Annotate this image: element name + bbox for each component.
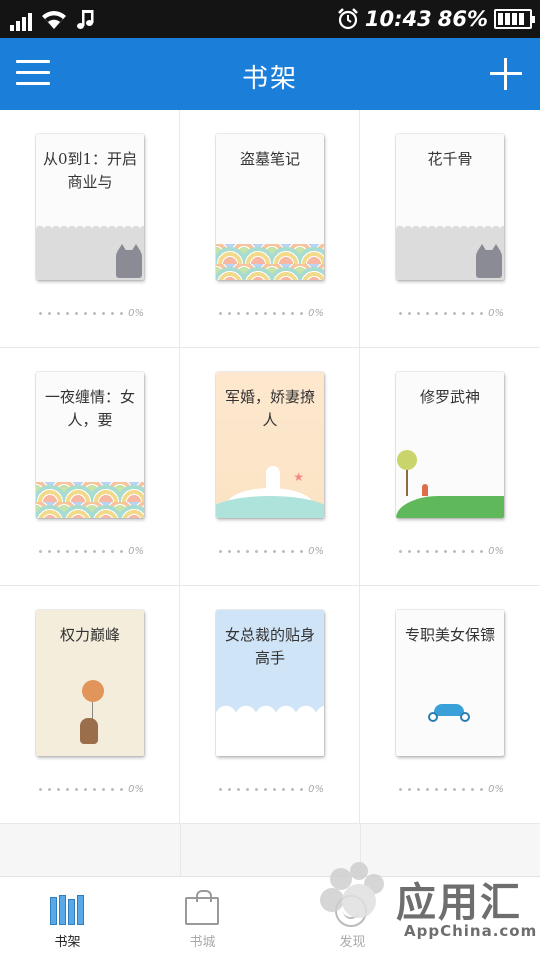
progress-percent: 0%: [488, 783, 504, 795]
reading-progress: 0%: [216, 544, 324, 558]
book-cover[interactable]: 女总裁的贴身高手: [216, 610, 324, 756]
cover-art: [216, 244, 324, 280]
progress-percent: 0%: [128, 783, 144, 795]
girl-icon: [422, 484, 428, 496]
nav-label: 书架: [54, 935, 81, 950]
bookshelf-grid: 从0到1：开启商业与 0% 盗墓笔记 0% 花千骨 0% 一夜缠情：女人，要 0…: [0, 110, 540, 876]
cover-art: [36, 482, 144, 518]
book-title: 军婚，娇妻撩人: [224, 388, 315, 429]
progress-percent: 0%: [128, 545, 144, 557]
book-item[interactable]: 盗墓笔记 0%: [180, 110, 360, 348]
progress-percent: 0%: [308, 783, 324, 795]
reading-progress: 0%: [396, 782, 504, 796]
book-cover[interactable]: 专职美女保镖: [396, 610, 504, 756]
book-title: 一夜缠情：女人，要: [44, 388, 135, 429]
alarm-clock-icon: [337, 8, 358, 30]
scooter-icon: [426, 698, 472, 722]
nav-bookshelf[interactable]: 书架: [0, 877, 135, 960]
book-item[interactable]: 从0到1：开启商业与 0%: [0, 110, 180, 348]
cover-art: [396, 224, 504, 280]
page-title: 书架: [241, 64, 298, 94]
nav-label: 书城: [189, 935, 216, 950]
goose-icon: [266, 466, 280, 496]
bear-icon: [80, 718, 98, 744]
book-cover[interactable]: 权力巅峰: [36, 610, 144, 756]
signal-icon: [10, 11, 32, 31]
reading-progress: 0%: [36, 782, 144, 796]
reading-progress: 0%: [216, 782, 324, 796]
book-item[interactable]: 花千骨 0%: [360, 110, 540, 348]
reading-progress: 0%: [396, 306, 504, 320]
book-item[interactable]: ★ 军婚，娇妻撩人 0%: [180, 348, 360, 586]
book-title: 从0到1：开启商业与: [42, 150, 138, 191]
tree-icon: [397, 450, 417, 496]
book-title: 花千骨: [427, 150, 473, 168]
star-icon: ★: [293, 470, 304, 484]
cat-icon: [116, 244, 142, 278]
book-cover[interactable]: ★ 军婚，娇妻撩人: [216, 372, 324, 518]
battery-icon: [494, 9, 535, 29]
book-item[interactable]: 修罗武神 0%: [360, 348, 540, 586]
nav-label: 发现: [339, 935, 366, 950]
progress-percent: 0%: [488, 307, 504, 319]
progress-percent: 0%: [128, 307, 144, 319]
book-cover[interactable]: 一夜缠情：女人，要: [36, 372, 144, 518]
nav-bookstore[interactable]: 书城: [135, 877, 270, 960]
book-item[interactable]: 女总裁的贴身高手 0%: [180, 586, 360, 824]
cloud-icon: [216, 702, 324, 756]
book-item[interactable]: 权力巅峰 0%: [0, 586, 180, 824]
progress-percent: 0%: [308, 307, 324, 319]
plus-icon[interactable]: [490, 58, 522, 90]
bottom-nav: 书架 书城 发现: [0, 876, 540, 960]
reading-progress: 0%: [216, 306, 324, 320]
balloon-icon: [82, 680, 104, 702]
status-bar: 10:43 86%: [0, 0, 540, 38]
bookshelf-icon: [50, 893, 86, 925]
book-title: 权力巅峰: [59, 626, 120, 644]
app-bar: 书架: [0, 38, 540, 110]
book-cover[interactable]: 修罗武神: [396, 372, 504, 518]
reading-progress: 0%: [36, 544, 144, 558]
clock-time: 10:43: [364, 7, 432, 31]
book-cover[interactable]: 盗墓笔记: [216, 134, 324, 280]
battery-percent: 86%: [437, 7, 488, 31]
reading-progress: 0%: [396, 544, 504, 558]
book-cover[interactable]: 从0到1：开启商业与: [36, 134, 144, 280]
cat-icon: [476, 244, 502, 278]
book-item[interactable]: 一夜缠情：女人，要 0%: [0, 348, 180, 586]
book-title: 盗墓笔记: [239, 150, 300, 168]
status-right: 10:43 86%: [337, 4, 535, 34]
progress-percent: 0%: [488, 545, 504, 557]
nav-discover[interactable]: 发现: [285, 877, 420, 960]
progress-percent: 0%: [308, 545, 324, 557]
book-title: 女总裁的贴身高手: [224, 626, 315, 667]
cover-art: [36, 224, 144, 280]
music-note-icon: [77, 10, 94, 29]
status-left: [10, 7, 96, 31]
smile-face-icon: [335, 895, 367, 927]
book-cover[interactable]: 花千骨: [396, 134, 504, 280]
book-title: 专职美女保镖: [404, 626, 495, 644]
reading-progress: 0%: [36, 306, 144, 320]
book-title: 修罗武神: [419, 388, 480, 406]
book-item[interactable]: 专职美女保镖 0%: [360, 586, 540, 824]
shopping-bag-icon: [185, 890, 219, 925]
cover-art: [396, 496, 504, 518]
wifi-icon: [42, 11, 66, 29]
empty-shelf-row: [0, 824, 540, 876]
